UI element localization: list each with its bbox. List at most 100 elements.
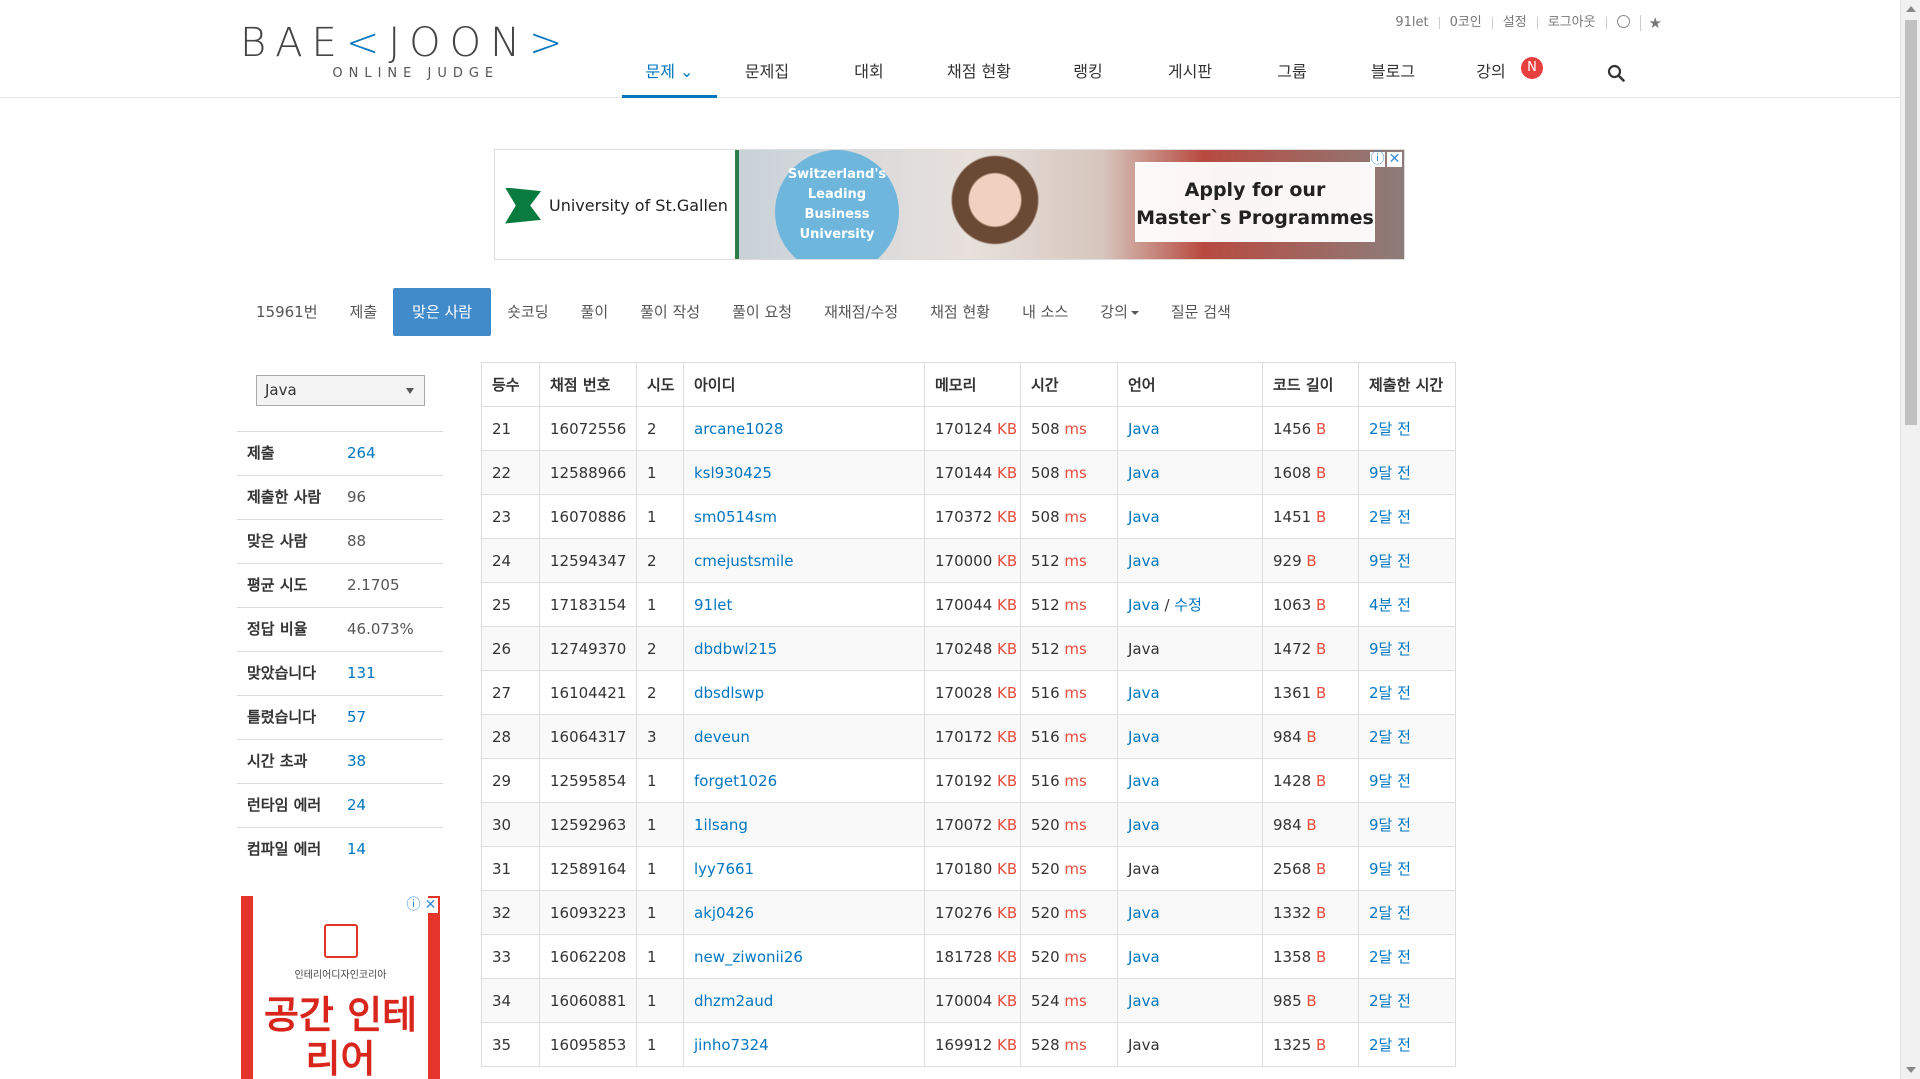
nav-item-4[interactable]: 랭킹 <box>1037 52 1139 98</box>
user-link[interactable]: ksl930425 <box>694 464 772 482</box>
subtab-3[interactable]: 숏코딩 <box>491 288 564 336</box>
submitted-time-link[interactable]: 9달 전 <box>1369 552 1411 570</box>
table-row: 28 16064317 3 deveun 170172 KB 516 ms Java 984 … <box>481 714 1456 759</box>
ad-close-icon[interactable]: ✕ <box>1387 152 1402 167</box>
submission-id-cell: 16072556 <box>539 406 637 451</box>
language-link[interactable]: Java <box>1128 904 1160 922</box>
subtab-5[interactable]: 풀이 작성 <box>624 288 716 336</box>
stat-value[interactable]: 24 <box>347 784 366 827</box>
subtab-11[interactable]: 질문 검색 <box>1155 288 1247 336</box>
nav-item-3[interactable]: 채점 현황 <box>921 52 1037 98</box>
nav-item-2[interactable]: 대회 <box>817 52 921 98</box>
nav-item-8[interactable]: 강의 N <box>1443 52 1543 98</box>
user-link[interactable]: dhzm2aud <box>694 992 773 1010</box>
stat-value[interactable]: 14 <box>347 828 366 871</box>
subtab-1[interactable]: 제출 <box>334 288 394 336</box>
stat-value[interactable]: 131 <box>347 652 376 695</box>
stat-value[interactable]: 38 <box>347 740 366 783</box>
subtab-0[interactable]: 15961번 <box>240 288 334 336</box>
user-link[interactable]: forget1026 <box>694 772 777 790</box>
submitted-time-link[interactable]: 2달 전 <box>1369 1036 1411 1054</box>
star-icon[interactable]: ★ <box>1641 14 1662 32</box>
memory-unit: KB <box>997 507 1018 526</box>
username-link[interactable]: 91let <box>1385 16 1440 29</box>
stat-value[interactable]: 264 <box>347 432 376 475</box>
memory-value: 170372 <box>935 507 993 526</box>
side-ad-banner[interactable]: 인테리어디자인코리아 공간 인테리어 ⓘ ✕ <box>241 896 440 1079</box>
submitted-time-cell: 2달 전 <box>1358 890 1456 935</box>
language-link[interactable]: Java <box>1128 816 1160 834</box>
subtab-6[interactable]: 풀이 요청 <box>716 288 808 336</box>
submitted-time-link[interactable]: 2달 전 <box>1369 904 1411 922</box>
language-filter-select[interactable]: Java <box>256 375 425 406</box>
logout-link[interactable]: 로그아웃 <box>1538 16 1607 29</box>
language-link[interactable]: Java <box>1128 772 1160 790</box>
user-link[interactable]: new_ziwonii26 <box>694 948 803 966</box>
language-link[interactable]: Java <box>1128 464 1160 482</box>
submitted-time-link[interactable]: 2달 전 <box>1369 992 1411 1010</box>
page-scrollbar[interactable] <box>1900 0 1920 1079</box>
user-link[interactable]: deveun <box>694 728 750 746</box>
subtab-10[interactable]: 강의 <box>1084 288 1155 336</box>
submitted-time-link[interactable]: 4분 전 <box>1369 596 1411 614</box>
submitted-time-link[interactable]: 2달 전 <box>1369 420 1411 438</box>
submitted-time-link[interactable]: 9달 전 <box>1369 640 1411 658</box>
user-link[interactable]: dbdbwl215 <box>694 640 777 658</box>
scroll-down-icon[interactable] <box>1906 1067 1916 1073</box>
user-link[interactable]: cmejustsmile <box>694 552 793 570</box>
ad-close-icon[interactable]: ✕ <box>423 898 438 913</box>
submitted-time-link[interactable]: 2달 전 <box>1369 684 1411 702</box>
submitted-time-link[interactable]: 2달 전 <box>1369 728 1411 746</box>
baekjoon-logo[interactable]: BAE<JOON> ONLINE JUDGE <box>240 22 572 81</box>
language-link[interactable]: Java <box>1128 552 1160 570</box>
subtab-7[interactable]: 재채점/수정 <box>808 288 914 336</box>
submitted-time-link[interactable]: 9달 전 <box>1369 816 1411 834</box>
stat-value[interactable]: 57 <box>347 696 366 739</box>
user-link[interactable]: sm0514sm <box>694 508 777 526</box>
submitted-time-link[interactable]: 2달 전 <box>1369 948 1411 966</box>
submitted-time-link[interactable]: 9달 전 <box>1369 464 1411 482</box>
settings-link[interactable]: 설정 <box>1493 16 1538 29</box>
scrollbar-thumb[interactable] <box>1905 20 1917 425</box>
user-link[interactable]: dbsdlswp <box>694 684 764 702</box>
globe-icon[interactable] <box>1607 15 1641 31</box>
submitted-time-link[interactable]: 9달 전 <box>1369 772 1411 790</box>
nav-item-1[interactable]: 문제집 <box>717 52 817 98</box>
language-link[interactable]: Java <box>1128 992 1160 1010</box>
user-link[interactable]: lyy7661 <box>694 860 754 878</box>
scroll-up-icon[interactable] <box>1906 6 1916 12</box>
coin-link[interactable]: 0코인 <box>1440 16 1493 29</box>
top-ad-banner[interactable]: University of St.Gallen Switzerland's Le… <box>494 149 1405 260</box>
subtab-2[interactable]: 맞은 사람 <box>393 288 492 336</box>
nav-item-7[interactable]: 블로그 <box>1343 52 1443 98</box>
nav-item-0[interactable]: 문제 ⌄ <box>622 52 717 98</box>
language-link[interactable]: Java <box>1128 508 1160 526</box>
memory-cell: 169912 KB <box>924 1022 1021 1067</box>
submitted-time-link[interactable]: 9달 전 <box>1369 860 1411 878</box>
user-link[interactable]: akj0426 <box>694 904 754 922</box>
user-link[interactable]: arcane1028 <box>694 420 783 438</box>
ad-info-icon[interactable]: ⓘ <box>1370 152 1385 167</box>
user-link[interactable]: 91let <box>694 596 732 614</box>
ad-info-icon[interactable]: ⓘ <box>406 898 421 913</box>
nav-item-6[interactable]: 그룹 <box>1241 52 1343 98</box>
code-length-unit: B <box>1315 595 1327 614</box>
language-link[interactable]: Java <box>1128 596 1160 614</box>
subtab-9[interactable]: 내 소스 <box>1006 288 1084 336</box>
language-link[interactable]: Java <box>1128 728 1160 746</box>
memory-value: 181728 <box>935 947 993 966</box>
language-link[interactable]: Java <box>1128 948 1160 966</box>
subtab-8[interactable]: 채점 현황 <box>914 288 1006 336</box>
user-link[interactable]: jinho7324 <box>694 1036 769 1054</box>
table-row: 24 12594347 2 cmejustsmile 170000 KB 512 ms Ja… <box>481 538 1456 583</box>
code-length-cell: 929 B <box>1262 538 1359 583</box>
subtab-4[interactable]: 풀이 <box>565 288 625 336</box>
attempts-cell: 1 <box>636 582 684 627</box>
language-link[interactable]: Java <box>1128 684 1160 702</box>
language-link[interactable]: Java <box>1128 420 1160 438</box>
nav-item-5[interactable]: 게시판 <box>1139 52 1241 98</box>
user-link[interactable]: 1ilsang <box>694 816 748 834</box>
submitted-time-link[interactable]: 2달 전 <box>1369 508 1411 526</box>
search-icon[interactable] <box>1607 64 1625 82</box>
edit-link[interactable]: 수정 <box>1174 596 1202 614</box>
